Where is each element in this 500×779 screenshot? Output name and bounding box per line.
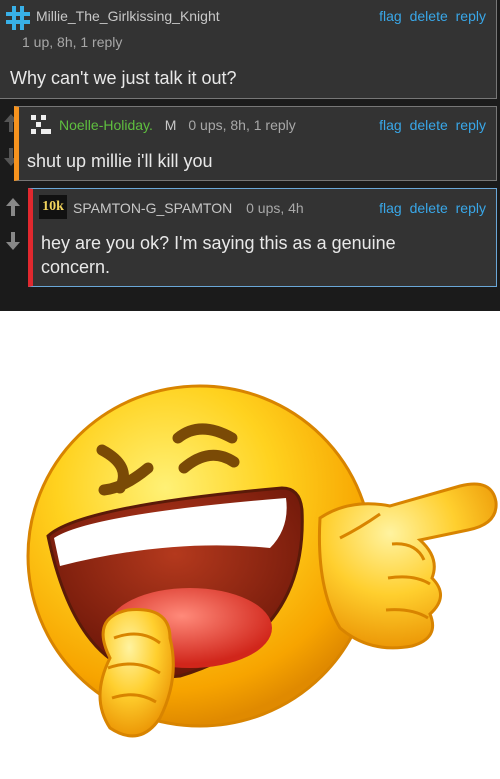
up-arrow-icon[interactable] bbox=[2, 196, 24, 218]
comment-millie: Millie_The_Girlkissing_Knight 1 up, 8h, … bbox=[0, 0, 497, 99]
down-arrow-icon[interactable] bbox=[2, 230, 24, 252]
comment-text: shut up millie i'll kill you bbox=[27, 151, 213, 171]
comment-meta: 0 ups, 8h, 1 reply bbox=[188, 117, 296, 133]
delete-link[interactable]: delete bbox=[410, 8, 448, 24]
comment-text: hey are you ok? I'm saying this as a gen… bbox=[41, 233, 396, 277]
laughing-pointing-emoji-icon bbox=[20, 338, 500, 774]
username[interactable]: Noelle-Holiday. bbox=[59, 117, 153, 133]
mod-badge: M bbox=[164, 117, 177, 133]
vote-controls bbox=[2, 196, 24, 256]
reply-link[interactable]: reply bbox=[456, 8, 486, 24]
delete-link[interactable]: delete bbox=[410, 117, 448, 133]
comment-thread: Millie_The_Girlkissing_Knight 1 up, 8h, … bbox=[0, 0, 500, 311]
hashtag-avatar-icon bbox=[6, 6, 30, 30]
avatar: 10k bbox=[39, 195, 67, 219]
username[interactable]: Millie_The_Girlkissing_Knight bbox=[36, 8, 220, 24]
reply-link[interactable]: reply bbox=[456, 117, 486, 133]
comment-meta: 0 ups, 4h bbox=[246, 200, 304, 216]
comment-meta: 1 up, 8h, 1 reply bbox=[22, 34, 123, 50]
comment-spamton: 10k SPAMTON-G_SPAMTON 0 ups, 4h flag del… bbox=[28, 188, 497, 287]
flag-link[interactable]: flag bbox=[379, 8, 402, 24]
flag-link[interactable]: flag bbox=[379, 117, 402, 133]
reply-link[interactable]: reply bbox=[456, 200, 486, 216]
flag-link[interactable]: flag bbox=[379, 200, 402, 216]
username[interactable]: SPAMTON-G_SPAMTON bbox=[73, 200, 232, 216]
comment-text: Why can't we just talk it out? bbox=[10, 68, 237, 88]
pixel-avatar-icon bbox=[29, 113, 55, 137]
comment-noelle: Noelle-Holiday. M 0 ups, 8h, 1 reply fla… bbox=[14, 106, 497, 181]
delete-link[interactable]: delete bbox=[410, 200, 448, 216]
